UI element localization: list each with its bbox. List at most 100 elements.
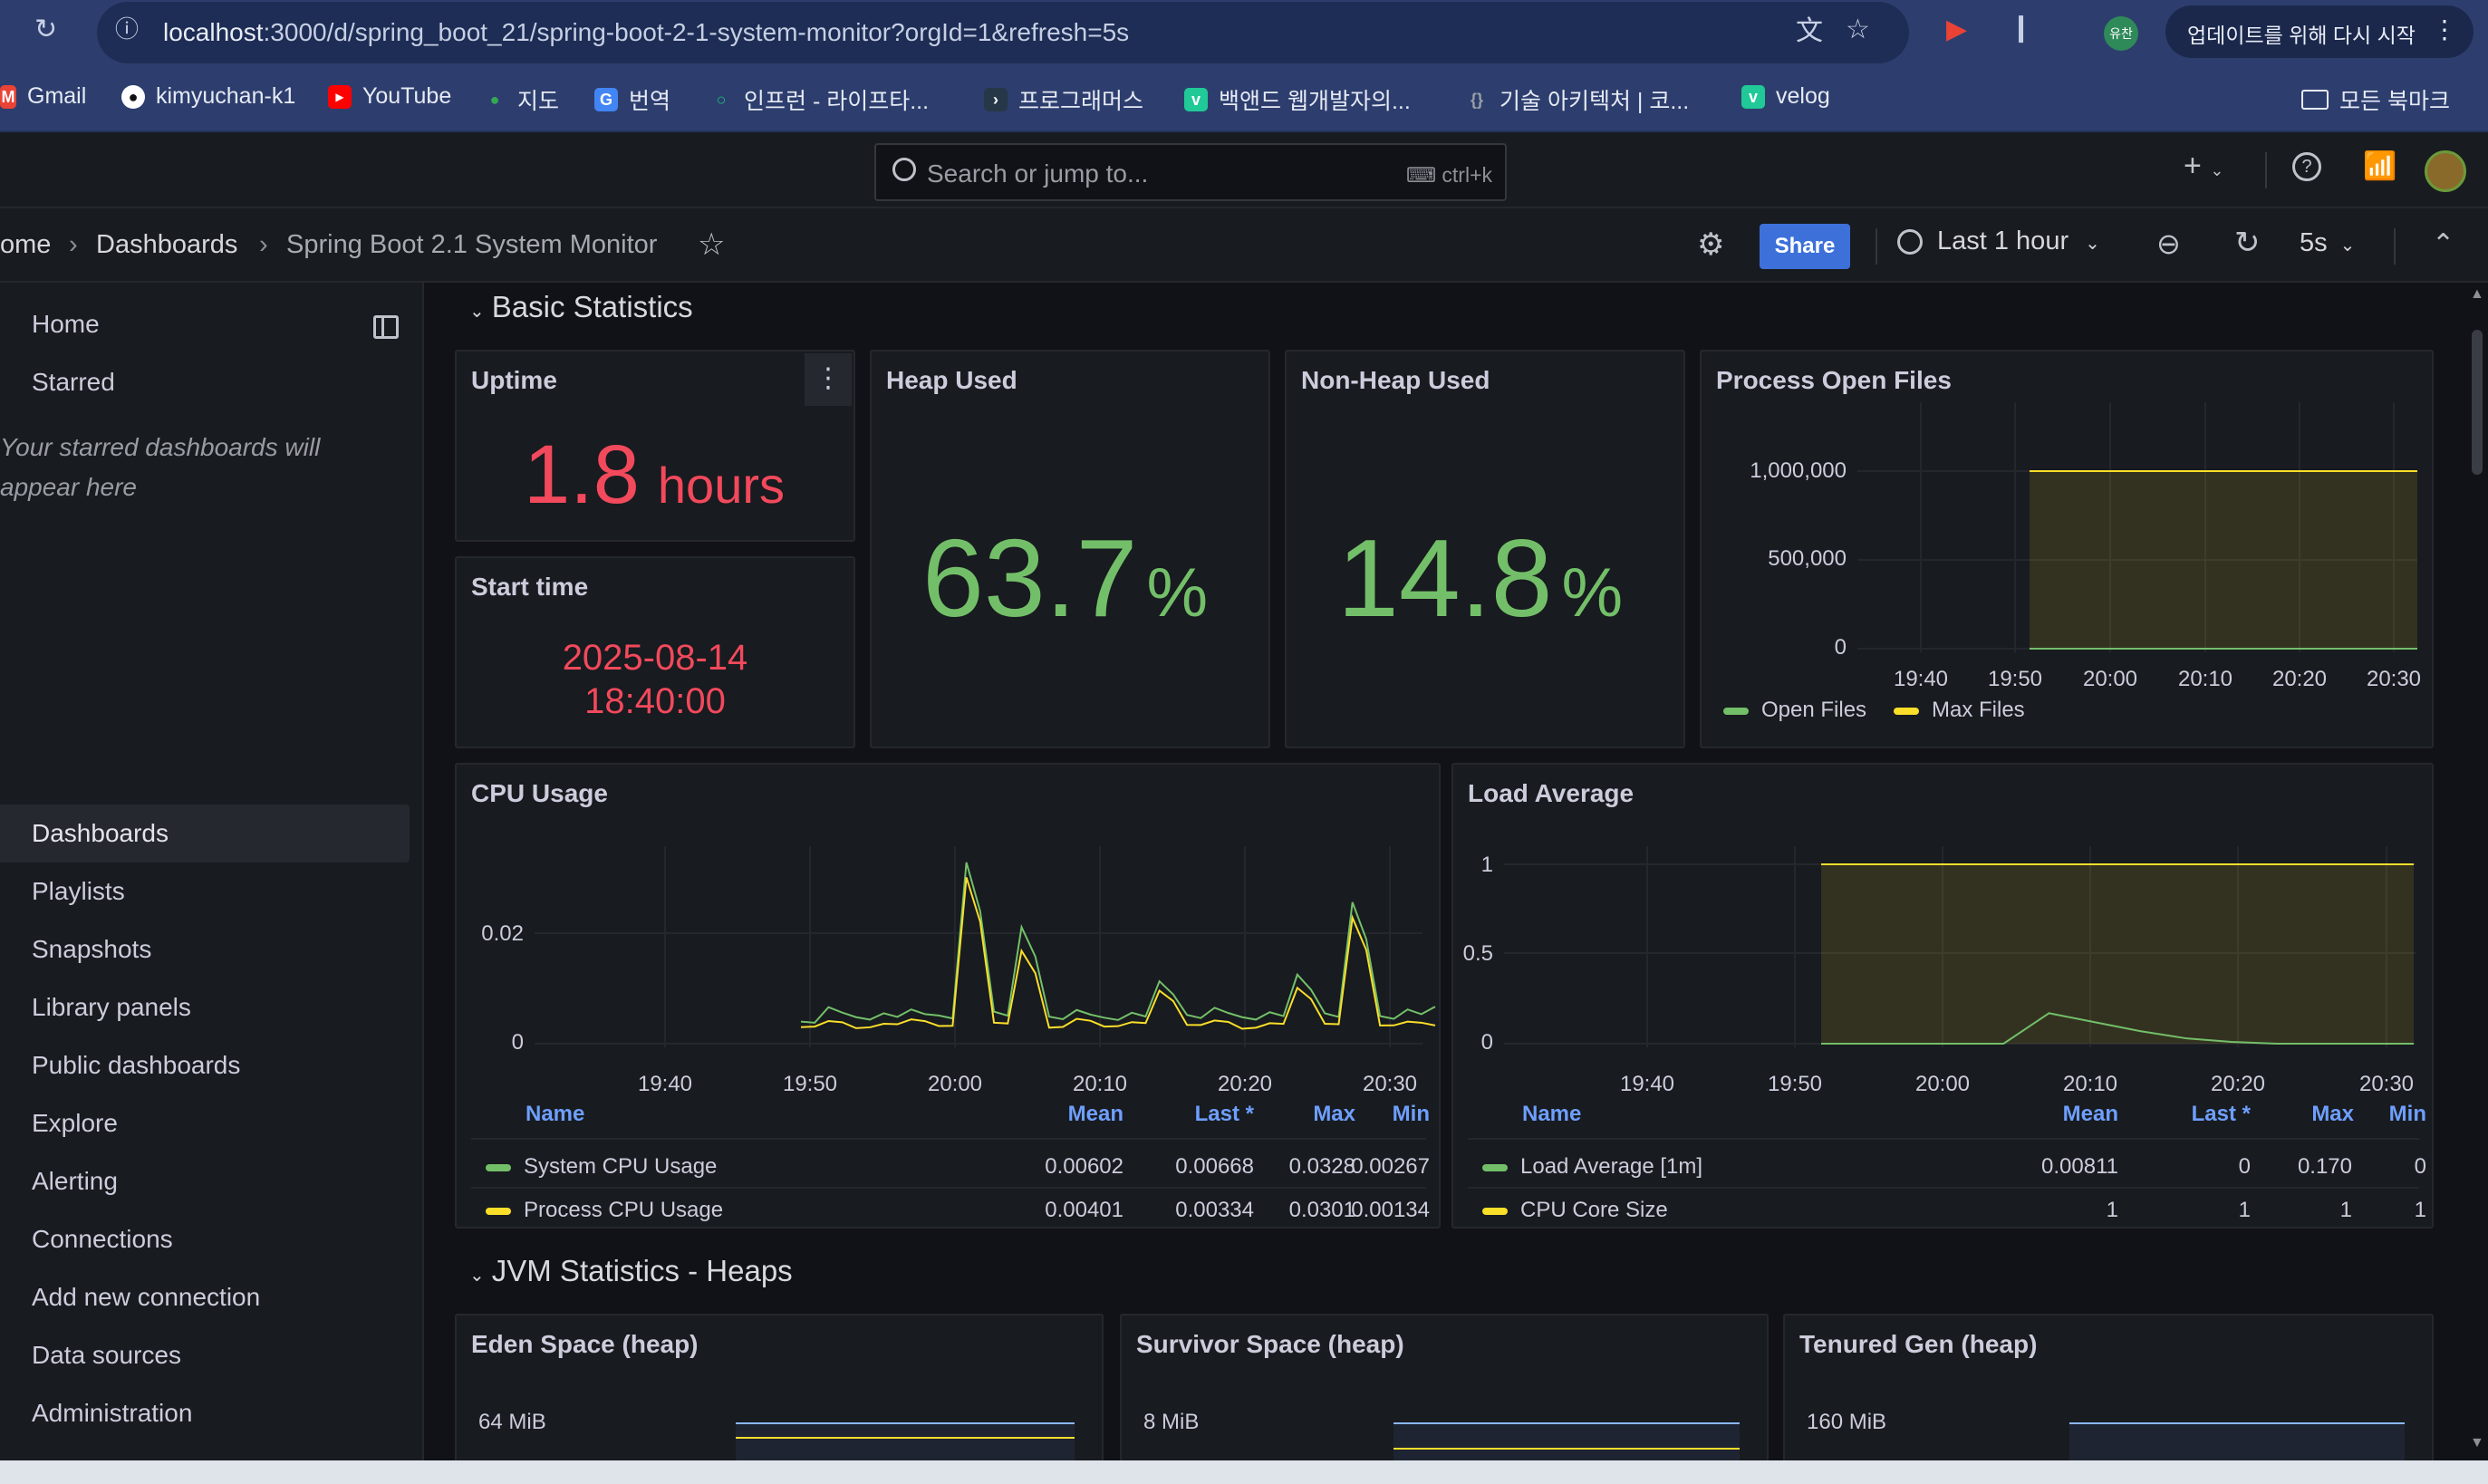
chevron-up-icon[interactable]: ⌃ — [2432, 228, 2454, 260]
legend-item-max-files[interactable]: Max Files — [1894, 698, 2025, 723]
translate-page-icon[interactable]: 文 — [1796, 18, 1823, 45]
legend-header-max[interactable]: Max — [1265, 1102, 1355, 1127]
refresh-interval-picker[interactable]: 5s ⌄ — [2300, 228, 2355, 258]
panel-non-heap-used[interactable]: Non-Heap Used 14.8% — [1285, 350, 1685, 748]
news-feed-icon[interactable]: 📶 — [2363, 150, 2396, 182]
legend-header-last[interactable]: Last * — [1145, 1102, 1254, 1127]
extensions-puzzle-icon[interactable]: ❙ — [2010, 14, 2032, 42]
row-collapse-jvm-heaps[interactable]: ⌄ JVM Statistics - Heaps — [469, 1254, 793, 1288]
breadcrumb-dashboards[interactable]: Dashboards — [96, 230, 237, 260]
legend-row-cpu-core-size[interactable]: CPU Core Size 1 1 1 1 — [1468, 1189, 2426, 1230]
sidebar-item-starred[interactable]: Starred — [32, 368, 115, 397]
panel-eden-space[interactable]: Eden Space (heap) 64 MiB — [455, 1314, 1104, 1460]
clock-icon — [1897, 229, 1923, 255]
scroll-up-icon[interactable]: ▲ — [2470, 286, 2484, 303]
row-collapse-basic-statistics[interactable]: ⌄ Basic Statistics — [469, 290, 693, 324]
bookmark-star-icon[interactable]: ☆ — [1846, 16, 1870, 43]
x-tick-label: 20:00 — [928, 1072, 982, 1096]
legend-header-min[interactable]: Min — [2345, 1102, 2426, 1127]
more-vert-icon[interactable]: ⋮ — [2432, 14, 2457, 44]
panel-menu-icon[interactable]: ⋮ — [805, 353, 852, 406]
breadcrumb-home[interactable]: ome — [0, 230, 51, 260]
panel-start-time[interactable]: Start time 2025-08-14 18:40:00 — [455, 556, 855, 748]
sidebar-item-data-sources[interactable]: Data sources — [32, 1341, 181, 1370]
panel-title: Start time — [471, 573, 589, 601]
scroll-down-icon[interactable]: ▼ — [2470, 1435, 2484, 1451]
panel-title: Non-Heap Used — [1301, 366, 1490, 394]
y-tick-label: 160 MiB — [1807, 1410, 1887, 1434]
panel-process-open-files[interactable]: Process Open Files 1,000,000 500,000 0 1… — [1700, 350, 2434, 748]
bookmark-item[interactable]: {} 기술 아키텍처 | 코... — [1465, 83, 1689, 116]
non-heap-used-value: 14.8% — [1337, 516, 1624, 640]
settings-gear-icon[interactable]: ⚙ — [1697, 226, 1724, 263]
bookmark-item[interactable]: ○ 인프런 - 라이프타... — [709, 83, 930, 116]
bookmark-item[interactable]: v 백앤드 웹개발자의... — [1184, 83, 1411, 116]
panel-survivor-space[interactable]: Survivor Space (heap) 8 MiB — [1120, 1314, 1769, 1460]
sidebar-item-snapshots[interactable]: Snapshots — [32, 935, 151, 964]
x-tick-label: 19:50 — [783, 1072, 837, 1096]
bookmark-item[interactable]: v velog — [1741, 83, 1830, 110]
bookmark-item[interactable]: ● kimyuchan-k1 — [121, 83, 295, 110]
sidebar-item-dashboards[interactable]: Dashboards — [32, 819, 169, 848]
panel-heap-used[interactable]: Heap Used 63.7% — [870, 350, 1270, 748]
bookmark-item[interactable]: ▶ YouTube — [328, 83, 451, 110]
system-cpu-line — [800, 862, 1436, 1024]
sidebar-item-connections[interactable]: Connections — [32, 1225, 173, 1254]
legend-row-load-average[interactable]: Load Average [1m] 0.00811 0 0.170 0 — [1468, 1145, 2426, 1187]
time-range-picker[interactable]: Last 1 hour ⌄ — [1897, 226, 2100, 256]
eden-used-band — [736, 1422, 1075, 1460]
legend-header-mean[interactable]: Mean — [2010, 1102, 2118, 1127]
sidebar-item-alerting[interactable]: Alerting — [32, 1167, 118, 1196]
refresh-icon[interactable]: ↻ — [2234, 225, 2261, 261]
page-scrollbar[interactable]: ▲ ▼ — [2466, 283, 2488, 1460]
zoom-out-icon[interactable]: ⊖ — [2156, 226, 2181, 261]
panel-cpu-usage[interactable]: CPU Usage 0.02 0 19:40 19:50 20:00 20:10… — [455, 763, 1441, 1229]
legend-item-open-files[interactable]: Open Files — [1723, 698, 1866, 723]
keyboard-shortcut-hint: ⌨ ctrl+k — [1405, 163, 1492, 187]
profile-avatar[interactable]: 유찬 — [2104, 16, 2138, 51]
panel-load-average[interactable]: Load Average 1 0.5 0 19:40 19:50 20:00 2… — [1451, 763, 2434, 1229]
sidebar-item-home[interactable]: Home — [32, 310, 100, 339]
site-info-icon[interactable]: ⓘ — [115, 17, 139, 41]
star-icon[interactable]: ☆ — [698, 226, 725, 263]
panel-tenured-gen[interactable]: Tenured Gen (heap) 160 MiB — [1783, 1314, 2434, 1460]
search-input[interactable]: Search or jump to... ⌨ ctrl+k — [874, 143, 1507, 201]
bookmark-item[interactable]: ● 지도 — [483, 83, 559, 116]
add-new-icon[interactable]: + ⌄ — [2184, 149, 2223, 184]
legend-row-system-cpu[interactable]: System CPU Usage 0.00602 0.00668 0.0328 … — [471, 1145, 1430, 1187]
scrollbar-thumb[interactable] — [2472, 330, 2483, 475]
legend-header-name[interactable]: Name — [526, 1102, 584, 1127]
bookmark-item[interactable]: M Gmail — [0, 83, 86, 110]
y-tick-label: 0.5 — [1463, 941, 1493, 966]
panel-uptime[interactable]: Uptime ⋮ 1.8 hours — [455, 350, 855, 542]
bookmark-item[interactable]: G 번역 — [594, 83, 670, 116]
update-restart-button[interactable]: 업데이트를 위해 다시 시작 ⋮ — [2165, 5, 2474, 58]
uptime-value: 1.8 hours — [524, 429, 785, 521]
help-icon[interactable]: ? — [2292, 152, 2321, 181]
sidebar-item-public-dashboards[interactable]: Public dashboards — [32, 1051, 240, 1080]
legend-header-mean[interactable]: Mean — [1015, 1102, 1123, 1127]
dock-menu-icon[interactable] — [373, 315, 399, 339]
folder-icon — [2301, 90, 2329, 110]
x-tick-label: 20:30 — [2367, 667, 2421, 691]
reload-icon[interactable]: ↻ — [34, 16, 57, 43]
bookmark-item[interactable]: › 프로그래머스 — [984, 83, 1143, 116]
sidebar-item-explore[interactable]: Explore — [32, 1109, 118, 1138]
sidebar-item-administration[interactable]: Administration — [32, 1399, 192, 1428]
share-button[interactable]: Share — [1760, 224, 1850, 269]
all-bookmarks-folder[interactable]: 모든 북마크 — [2301, 83, 2450, 116]
legend-header-min[interactable]: Min — [1348, 1102, 1430, 1127]
user-avatar[interactable] — [2425, 150, 2466, 192]
address-bar[interactable]: ⓘ localhost:3000/d/spring_boot_21/spring… — [97, 2, 1909, 63]
extension-record-icon[interactable]: ▶ — [1946, 16, 1967, 43]
x-tick-label: 20:00 — [1915, 1072, 1970, 1096]
divider — [2265, 152, 2267, 188]
sidebar-item-add-new-connection[interactable]: Add new connection — [32, 1283, 260, 1312]
legend-header-max[interactable]: Max — [2263, 1102, 2354, 1127]
sidebar-item-playlists[interactable]: Playlists — [32, 877, 125, 906]
sidebar-item-library-panels[interactable]: Library panels — [32, 993, 191, 1022]
legend-header-last[interactable]: Last * — [2142, 1102, 2251, 1127]
x-tick-label: 20:10 — [2178, 667, 2232, 691]
legend-row-process-cpu[interactable]: Process CPU Usage 0.00401 0.00334 0.0301… — [471, 1189, 1430, 1230]
legend-header-name[interactable]: Name — [1522, 1102, 1581, 1127]
